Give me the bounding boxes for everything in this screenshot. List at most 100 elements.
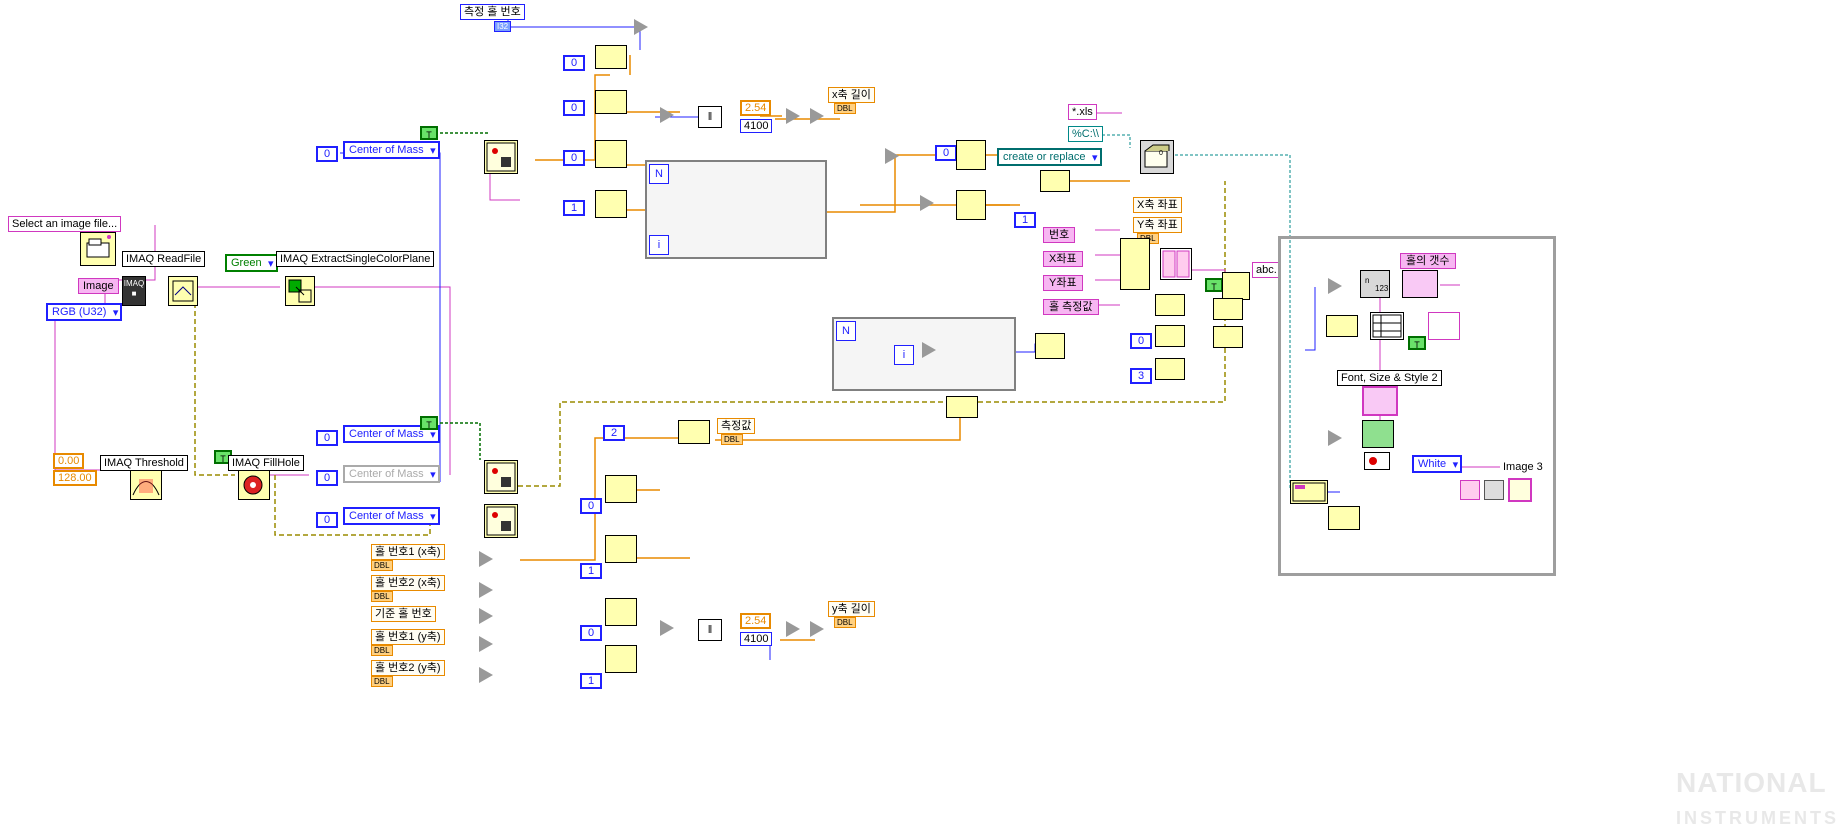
hole-count-label: 홀의 갯수 xyxy=(1400,252,1456,268)
array-table-icon xyxy=(1370,312,1404,340)
concat-string-icon xyxy=(1402,270,1438,298)
idx-one-i: 1 xyxy=(580,673,602,689)
create-replace-dropdown[interactable]: create or replace xyxy=(997,151,1102,163)
increment-mid-icon xyxy=(922,342,936,358)
center-of-mass-bot[interactable]: Center of Mass xyxy=(343,510,440,522)
imaq-readfile-icon xyxy=(168,276,198,306)
index-array-f2 xyxy=(605,535,637,563)
idx-one-r2: 1 xyxy=(1014,212,1036,228)
font-style-icon[interactable] xyxy=(1362,386,1398,416)
hole-no2-x[interactable]: 홀 번호2 (x축)DBL xyxy=(371,574,445,602)
threshold-hi[interactable]: 128.00 xyxy=(53,472,97,484)
hole-no2-y[interactable]: 홀 번호2 (y축)DBL xyxy=(371,659,445,687)
index-array-c xyxy=(595,140,627,168)
particle-analysis-top-icon xyxy=(484,140,518,174)
idx-zero-a: 0 xyxy=(563,55,585,71)
green-plane-dropdown[interactable]: Green xyxy=(225,257,278,269)
c-drive-const: %C:\\ xyxy=(1068,128,1103,140)
abc-const: abc. xyxy=(1252,262,1281,278)
select-image-file-text: Select an image file... xyxy=(8,216,121,232)
image3-indicator-icon xyxy=(1508,478,1532,502)
imaq-fillhole-icon xyxy=(238,470,270,500)
mult-y-icon xyxy=(810,621,824,637)
array-to-string-icon xyxy=(1160,248,1192,280)
meas-val-indicator: 측정값 DBL xyxy=(717,417,755,445)
svg-text:0: 0 xyxy=(1159,150,1163,157)
property-node-icon xyxy=(1362,420,1394,448)
table-out-icon xyxy=(1428,312,1460,340)
scale-a-y: 2.54 xyxy=(740,615,771,627)
index-array-h1 xyxy=(605,598,637,626)
idx-zero-rr0: 0 xyxy=(1130,333,1152,349)
number-const: 번호 xyxy=(1043,226,1075,242)
particle-analysis-mid-icon xyxy=(484,460,518,494)
white-dropdown[interactable]: White xyxy=(1412,458,1462,470)
index-array-e xyxy=(678,420,710,444)
index-array-h2 xyxy=(605,645,637,673)
true-const-mid: T xyxy=(420,416,438,430)
idx-three-rr: 3 xyxy=(1130,368,1152,384)
for-loop-inner: N i xyxy=(645,160,827,259)
for-loop-inner-i: i xyxy=(649,235,669,255)
index-array-b xyxy=(595,90,627,114)
scale-b-y: 4100 xyxy=(740,633,772,645)
idx-zero-b: 0 xyxy=(563,100,585,116)
cluster-idx-gray[interactable]: 0 xyxy=(316,470,338,486)
i32-tag-top: I32 xyxy=(494,20,511,32)
insert-array-rr1 xyxy=(1155,294,1185,316)
center-of-mass-gray[interactable]: Center of Mass xyxy=(343,468,440,480)
insert-array-rr3 xyxy=(1155,358,1185,380)
true-const-r: T xyxy=(1205,278,1223,292)
meas-hole-number-label: 측정 홀 번호 xyxy=(460,3,525,19)
cluster-idx-mid1[interactable]: 0 xyxy=(316,430,338,446)
insert-array-r2 xyxy=(956,190,986,220)
subtract-right2-icon xyxy=(920,195,934,211)
scale-b-x: 4100 xyxy=(740,120,772,132)
cluster-idx-bot[interactable]: 0 xyxy=(316,512,338,528)
idx-zero-r1: 0 xyxy=(935,145,957,161)
base-hole[interactable]: 기준 홀 번호 xyxy=(371,605,436,621)
x-coord-indicator: X축 좌표 xyxy=(1133,196,1182,212)
dec-hole1y-icon xyxy=(479,636,493,652)
holemeas-const: 홀 측정값 xyxy=(1043,298,1099,314)
idx-zero-h: 0 xyxy=(580,625,602,641)
abs-y-icon: ‖ xyxy=(698,619,722,641)
particle-analysis-bot-icon xyxy=(484,504,518,538)
idx-one-g: 1 xyxy=(580,563,602,579)
increment-count-icon xyxy=(1328,278,1342,294)
select-image-file-const: Select an image file... xyxy=(8,218,121,230)
true-const-frame: T xyxy=(1408,336,1426,350)
image-const: Image xyxy=(78,280,119,292)
hole-no1-y[interactable]: 홀 번호1 (y축)DBL xyxy=(371,628,445,656)
idx-one-d: 1 xyxy=(563,200,585,216)
threshold-low[interactable]: 0.00 xyxy=(53,455,84,467)
method-node-icon xyxy=(1364,452,1390,470)
dec-base-icon xyxy=(479,608,493,624)
center-of-mass-top[interactable]: Center of Mass xyxy=(343,144,440,156)
subtract-right-icon xyxy=(885,148,899,164)
ylabel-const: Y좌표 xyxy=(1043,274,1083,290)
for-loop-mid-i: i xyxy=(894,345,914,365)
abc-out1-icon xyxy=(1460,480,1480,500)
scale-a-x: 2.54 xyxy=(740,102,771,114)
dec-hole1x-icon xyxy=(479,551,493,567)
abs-x-icon: ‖ xyxy=(698,106,722,128)
imaq-threshold-label: IMAQ Threshold xyxy=(100,455,188,471)
idx-zero-f: 0 xyxy=(580,498,602,514)
hole-no1-x[interactable]: 홀 번호1 (x축)DBL xyxy=(371,543,445,571)
svg-text:n: n xyxy=(1365,276,1369,285)
insert-array-rr2 xyxy=(1155,325,1185,347)
build-array-num xyxy=(1035,333,1065,359)
write-file-icon xyxy=(1290,480,1328,504)
divide-x-icon xyxy=(786,108,800,124)
cluster-idx-top[interactable]: 0 xyxy=(316,146,338,162)
index-array-a xyxy=(595,45,627,69)
insert-array-r1 xyxy=(956,140,986,170)
transpose-icon xyxy=(1222,272,1250,300)
subtract-y-icon xyxy=(660,620,674,636)
number-to-string-icon: n123 xyxy=(1360,270,1390,298)
rgb-u32-dropdown[interactable]: RGB (U32) xyxy=(46,306,122,318)
imaq-extract-label: IMAQ ExtractSingleColorPlane xyxy=(276,251,434,267)
abc-out2-icon xyxy=(1484,480,1504,500)
x-length-indicator: x축 길이 DBL xyxy=(828,86,875,114)
